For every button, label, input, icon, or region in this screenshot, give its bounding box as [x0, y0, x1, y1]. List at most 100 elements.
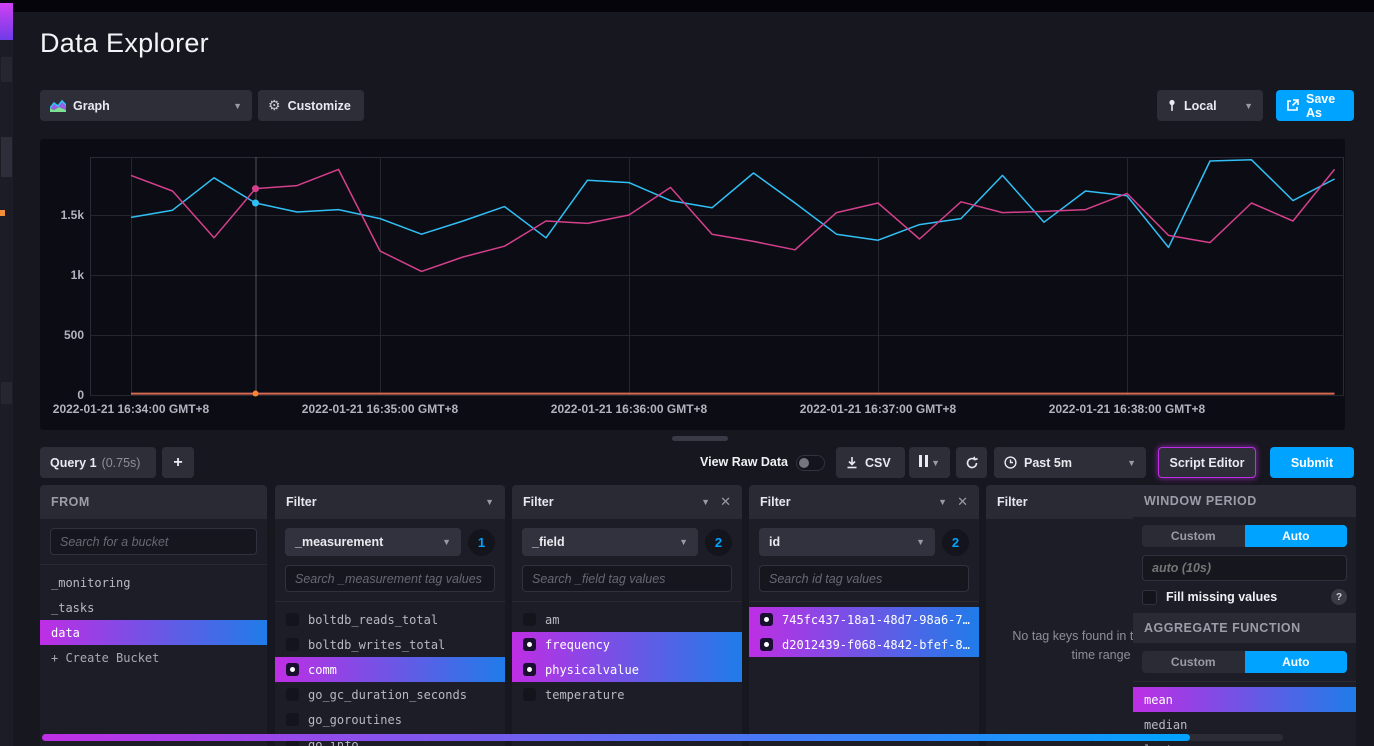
bucket-item-label: data [51, 626, 80, 640]
chevron-down-icon: ▼ [1244, 101, 1253, 111]
filter-title: Filter [286, 495, 317, 509]
x-tick-label: 2022-01-21 16:35:00 GMT+8 [302, 402, 458, 416]
checkbox[interactable] [286, 663, 299, 676]
plot-border [91, 158, 1344, 396]
bucket-item[interactable]: data [40, 620, 267, 645]
line-chart[interactable] [40, 139, 1345, 430]
tag-value-row[interactable]: comm [275, 657, 505, 682]
scope-dropdown[interactable]: Local ▼ [1157, 90, 1263, 121]
tag-value-row-label: go_gc_duration_seconds [308, 688, 467, 702]
checkbox[interactable] [523, 688, 536, 701]
aggregate-function-row-label: mean [1144, 693, 1173, 707]
window-custom-button[interactable]: Custom [1142, 525, 1245, 547]
checkbox[interactable] [286, 638, 299, 651]
pause-dropdown-button[interactable]: ▼ [909, 447, 950, 478]
tag-value-row[interactable]: am [512, 607, 742, 632]
close-icon[interactable]: ✕ [957, 494, 968, 510]
checkbox[interactable] [286, 713, 299, 726]
save-as-button[interactable]: Save As [1276, 90, 1354, 121]
chevron-down-icon[interactable]: ▼ [701, 497, 710, 507]
checkbox[interactable] [286, 613, 299, 626]
tag-value-row[interactable]: temperature [512, 682, 742, 707]
tag-value-row-label: temperature [545, 688, 624, 702]
graph-panel[interactable]: 05001k1.5k 2022-01-21 16:34:00 GMT+82022… [40, 139, 1345, 430]
tag-value-search-input[interactable] [522, 565, 732, 592]
bucket-item-label: _monitoring [51, 576, 130, 590]
tag-value-search-input[interactable] [759, 565, 969, 592]
nav-item[interactable] [1, 137, 12, 177]
tag-key-dropdown[interactable]: id▼ [759, 528, 935, 556]
tag-value-row-label: 745fc437-18a1-48d7-98a6-7… [782, 613, 970, 627]
top-window-bar [0, 0, 1374, 12]
tag-key-dropdown[interactable]: _measurement▼ [285, 528, 461, 556]
tag-value-list: boltdb_reads_totalboltdb_writes_totalcom… [275, 601, 505, 746]
tag-value-row[interactable]: boltdb_writes_total [275, 632, 505, 657]
window-period-header: WINDOW PERIOD [1133, 485, 1356, 517]
customize-button[interactable]: ⚙ Customize [258, 90, 364, 121]
aggregate-function-row[interactable]: mean [1133, 687, 1356, 712]
x-tick-label: 2022-01-21 16:37:00 GMT+8 [800, 402, 956, 416]
window-auto-button[interactable]: Auto [1245, 525, 1348, 547]
chevron-down-icon[interactable]: ▼ [485, 497, 494, 507]
tag-value-row[interactable]: frequency [512, 632, 742, 657]
close-icon[interactable]: ✕ [720, 494, 731, 510]
bucket-search-input[interactable] [50, 528, 257, 555]
tag-value-row-label: d2012439-f068-4842-bfef-8… [782, 638, 970, 652]
tag-value-row[interactable]: go_goroutines [275, 707, 505, 732]
pause-icon [919, 455, 931, 470]
bucket-item[interactable]: _tasks [40, 595, 267, 620]
horizontal-scrollbar-track[interactable] [42, 734, 1283, 741]
view-type-dropdown[interactable]: Graph ▼ [40, 90, 252, 121]
fill-missing-checkbox[interactable] [1142, 590, 1157, 605]
bucket-item[interactable]: _monitoring [40, 570, 267, 595]
y-tick-label: 1.5k [40, 208, 84, 222]
tag-value-list: am frequency physicalvalue temperature [512, 601, 742, 707]
nav-item[interactable] [1, 382, 12, 404]
checkbox[interactable] [523, 638, 536, 651]
csv-download-button[interactable]: CSV [836, 447, 905, 478]
submit-button[interactable]: Submit [1270, 447, 1354, 478]
tag-value-row[interactable]: d2012439-f068-4842-bfef-8… [749, 632, 979, 657]
resize-handle[interactable] [672, 436, 728, 441]
tag-value-row[interactable]: physicalvalue [512, 657, 742, 682]
nav-item[interactable] [1, 57, 12, 82]
y-tick-label: 500 [40, 328, 84, 342]
chevron-down-icon[interactable]: ▼ [938, 497, 947, 507]
horizontal-scrollbar-thumb[interactable] [42, 734, 1190, 741]
aggregate-function-header: AGGREGATE FUNCTION [1133, 613, 1356, 643]
checkbox[interactable] [760, 613, 773, 626]
view-raw-data-toggle[interactable] [796, 455, 825, 471]
from-panel: FROM _monitoring _tasksdata + Create Bucke… [40, 485, 267, 746]
hover-dot-frequency [252, 200, 259, 207]
checkbox[interactable] [760, 638, 773, 651]
add-query-button[interactable]: + [162, 447, 194, 478]
influxdb-logo[interactable] [0, 3, 13, 40]
checkbox[interactable] [286, 688, 299, 701]
from-title: FROM [51, 495, 90, 509]
tag-value-row[interactable]: go_gc_duration_seconds [275, 682, 505, 707]
help-icon[interactable]: ? [1331, 589, 1347, 605]
query-tab[interactable]: Query 1 (0.75s) [40, 447, 156, 478]
bucket-item[interactable]: + Create Bucket [40, 645, 267, 670]
aggregate-function-row-label: last [1144, 743, 1173, 746]
aggregate-auto-button[interactable]: Auto [1245, 651, 1348, 673]
tag-value-row-label: physicalvalue [545, 663, 639, 677]
nav-sidebar[interactable] [0, 12, 13, 746]
download-icon [846, 456, 858, 469]
window-period-input[interactable] [1142, 555, 1347, 581]
refresh-button[interactable] [956, 447, 987, 478]
script-editor-button[interactable]: Script Editor [1158, 447, 1256, 478]
tag-value-row-label: comm [308, 663, 337, 677]
tag-value-search-input[interactable] [285, 565, 495, 592]
tag-value-row[interactable]: boltdb_reads_total [275, 607, 505, 632]
window-period-mode-toggle: Custom Auto [1142, 525, 1347, 547]
tag-key-dropdown[interactable]: _field▼ [522, 528, 698, 556]
bucket-list: _monitoring _tasksdata + Create Bucket [40, 564, 267, 670]
time-range-dropdown[interactable]: Past 5m ▼ [994, 447, 1146, 478]
checkbox[interactable] [523, 663, 536, 676]
tag-value-row[interactable]: 745fc437-18a1-48d7-98a6-7… [749, 607, 979, 632]
checkbox[interactable] [523, 613, 536, 626]
aggregate-custom-button[interactable]: Custom [1142, 651, 1245, 673]
tag-value-row-label: frequency [545, 638, 610, 652]
fill-missing-label: Fill missing values [1166, 590, 1277, 604]
